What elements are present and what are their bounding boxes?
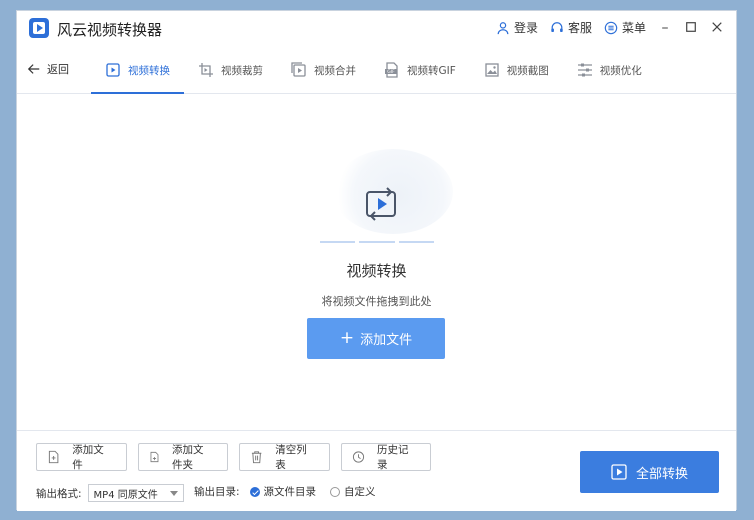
tab-video-convert[interactable]: 视频转换 bbox=[91, 47, 184, 94]
tab-video-screenshot[interactable]: 视频截图 bbox=[470, 47, 563, 93]
tab-label: 视频截图 bbox=[506, 64, 549, 77]
menu-button[interactable]: 菜单 bbox=[604, 19, 646, 36]
drop-zone-subtitle: 将视频文件拖拽到此处 bbox=[321, 295, 432, 308]
menu-icon bbox=[604, 21, 618, 34]
video-convert-hero-icon bbox=[366, 187, 396, 221]
chevron-down-icon bbox=[169, 490, 178, 496]
add-folder-button[interactable]: 添加文件夹 bbox=[138, 443, 228, 471]
screenshot-icon bbox=[484, 62, 500, 78]
tab-video-merge[interactable]: 视频合并 bbox=[277, 47, 370, 93]
file-add-icon bbox=[48, 450, 59, 464]
app-title: 风云视频转换器 bbox=[57, 21, 163, 39]
trash-icon bbox=[251, 451, 262, 464]
tab-label: 视频裁剪 bbox=[221, 64, 263, 77]
convert-all-button[interactable]: 全部转换 bbox=[580, 451, 719, 493]
output-format-row: 输出格式: MP4 同原文件 bbox=[36, 484, 184, 502]
hero-underline bbox=[320, 241, 434, 243]
file-action-buttons: 添加文件 添加文件夹 清空列表 历史记录 bbox=[36, 443, 431, 471]
tabs: 视频转换 视频裁剪 视频合并 GIF 视频转GIF 视频截图 视频优化 bbox=[91, 47, 656, 94]
close-icon bbox=[712, 21, 722, 32]
svg-text:GIF: GIF bbox=[387, 69, 395, 75]
back-button[interactable]: 返回 bbox=[27, 61, 69, 77]
source-directory-label: 源文件目录 bbox=[263, 486, 317, 498]
output-directory-label: 输出目录: bbox=[194, 486, 240, 498]
service-label: 客服 bbox=[567, 21, 592, 35]
optimize-sliders-icon bbox=[577, 62, 593, 78]
tab-video-optimize[interactable]: 视频优化 bbox=[563, 47, 656, 93]
title-actions: 登录 客服 菜单 – bbox=[496, 19, 724, 36]
convert-all-label: 全部转换 bbox=[635, 466, 688, 482]
bottom-toolbar: 添加文件 添加文件夹 清空列表 历史记录 输出格式: MP4 同原文件 输出目录… bbox=[17, 430, 736, 511]
output-format-label: 输出格式: bbox=[36, 487, 82, 500]
headset-icon bbox=[551, 21, 563, 32]
add-file-button[interactable]: 添加文件 bbox=[36, 443, 127, 471]
clear-list-button[interactable]: 清空列表 bbox=[239, 443, 330, 471]
tab-label: 视频优化 bbox=[599, 64, 642, 77]
user-icon bbox=[497, 21, 509, 34]
tab-label: 视频合并 bbox=[314, 64, 356, 77]
output-format-value: MP4 同原文件 bbox=[93, 489, 158, 501]
login-button[interactable]: 登录 bbox=[496, 19, 538, 36]
maximize-button[interactable] bbox=[684, 21, 698, 35]
app-logo-icon bbox=[29, 18, 49, 38]
output-directory-row: 输出目录: 源文件目录 自定义 bbox=[194, 484, 386, 499]
arrow-left-icon bbox=[27, 64, 40, 74]
feature-tab-bar: 返回 视频转换 视频裁剪 视频合并 GIF 视频转GIF 视频截图 视频优化 bbox=[17, 47, 736, 94]
menu-label: 菜单 bbox=[621, 21, 646, 35]
maximize-icon bbox=[686, 21, 696, 32]
drop-zone-title: 视频转换 bbox=[346, 262, 407, 280]
add-folder-label: 添加文件夹 bbox=[171, 444, 204, 471]
clear-list-label: 清空列表 bbox=[275, 444, 307, 471]
app-window: 风云视频转换器 登录 客服 菜单 – 返回 视频转换 视频裁剪 视频合并 GIF… bbox=[16, 10, 737, 511]
file-drop-zone[interactable]: 视频转换 将视频文件拖拽到此处 + 添加文件 bbox=[17, 94, 736, 430]
custom-directory-label: 自定义 bbox=[344, 486, 376, 498]
plus-icon: + bbox=[339, 328, 355, 348]
clock-icon bbox=[352, 451, 365, 463]
close-button[interactable] bbox=[710, 21, 724, 35]
service-button[interactable]: 客服 bbox=[550, 19, 592, 36]
video-merge-icon bbox=[291, 62, 307, 78]
source-directory-option[interactable]: 源文件目录 bbox=[249, 484, 317, 499]
tab-label: 视频转换 bbox=[128, 64, 170, 77]
custom-directory-option[interactable]: 自定义 bbox=[330, 484, 376, 499]
tab-video-crop[interactable]: 视频裁剪 bbox=[184, 47, 277, 93]
video-convert-icon bbox=[105, 62, 121, 78]
title-bar: 风云视频转换器 登录 客服 菜单 – bbox=[17, 11, 736, 47]
source-directory-radio[interactable] bbox=[249, 486, 260, 497]
add-file-label: 添加文件 bbox=[360, 333, 413, 348]
custom-directory-radio[interactable] bbox=[330, 486, 341, 497]
folder-add-icon bbox=[150, 451, 159, 463]
output-format-select[interactable]: MP4 同原文件 bbox=[87, 484, 184, 502]
add-file-label: 添加文件 bbox=[72, 444, 104, 471]
back-label: 返回 bbox=[47, 63, 69, 76]
history-button[interactable]: 历史记录 bbox=[341, 443, 431, 471]
gif-icon: GIF bbox=[384, 62, 400, 78]
play-icon bbox=[611, 464, 627, 480]
add-file-primary-button[interactable]: + 添加文件 bbox=[307, 318, 445, 359]
login-label: 登录 bbox=[513, 21, 538, 35]
history-label: 历史记录 bbox=[377, 444, 409, 471]
tab-video-gif[interactable]: GIF 视频转GIF bbox=[370, 47, 470, 93]
tab-label: 视频转GIF bbox=[407, 64, 456, 77]
minimize-button[interactable]: – bbox=[658, 21, 672, 35]
video-crop-icon bbox=[198, 62, 214, 78]
